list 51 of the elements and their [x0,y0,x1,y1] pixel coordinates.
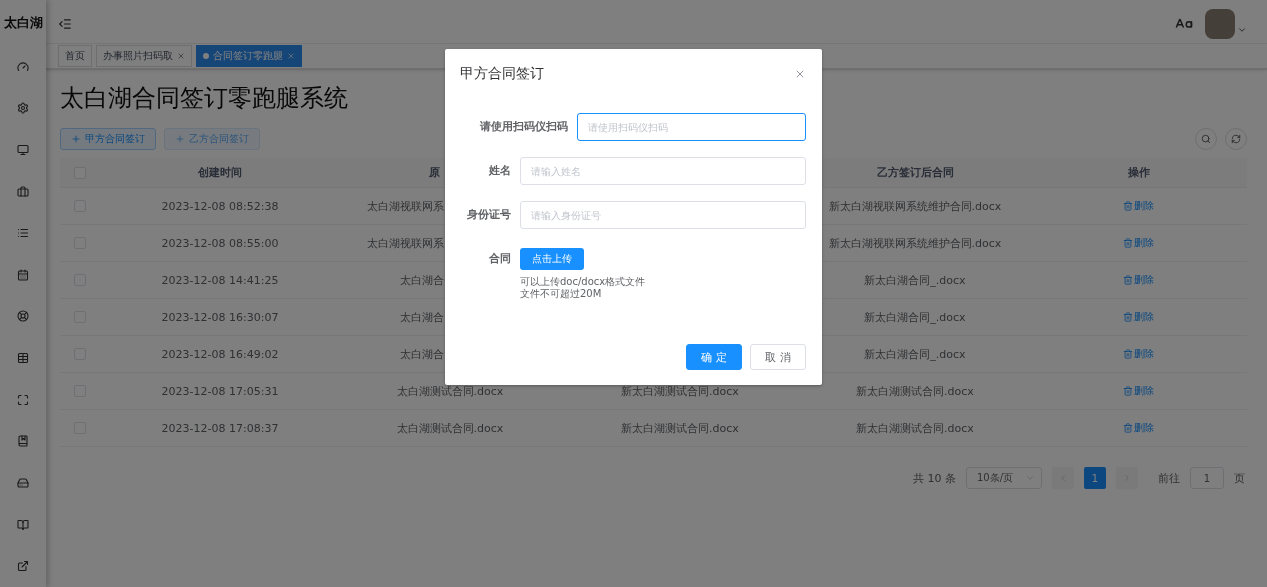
delete-link[interactable]: 删除 [1123,199,1154,213]
delete-link[interactable]: 删除 [1123,384,1154,398]
page-number[interactable]: 1 [1084,467,1106,489]
table-cell: 2023-12-08 08:52:38 [100,188,340,225]
total-count: 共 10 条 [913,470,956,486]
delete-link[interactable]: 删除 [1123,421,1154,435]
field-label: 身份证号 [466,207,512,223]
trash-icon [1123,423,1133,433]
table-cell: 2023-12-08 17:05:31 [100,373,340,410]
page-size-select[interactable]: 10条/页 [966,467,1042,489]
dialog-title: 甲方合同签订 [460,65,544,83]
table-cell: 太白湖测试合同.docx [340,410,560,447]
trash-icon [1123,312,1133,322]
goto-page-field[interactable]: 1 [1190,467,1224,489]
table-cell: 2023-12-08 14:41:25 [100,262,340,299]
trash-icon [1123,275,1133,285]
avatar-photo-placeholder[interactable] [1205,8,1235,39]
delete-link[interactable]: 删除 [1123,236,1154,250]
table-cell: 新太白湖测试合同.docx [560,410,800,447]
field-label: 姓名 [488,163,512,179]
table-cell: 新太白湖测试合同.docx [800,410,1030,447]
table-cell: 2023-12-08 16:30:07 [100,299,340,336]
trash-icon [1123,349,1133,359]
menu-icon[interactable] [58,16,72,31]
cancel-button[interactable]: 取 消 [750,344,806,370]
delete-link[interactable]: 删除 [1123,310,1154,324]
table-cell: 2023-12-08 08:55:00 [100,225,340,262]
page-suffix: 页 [1234,470,1245,486]
page-title: 太白湖合同签订零跑腿系统 [60,83,349,114]
goto-label: 前往 [1158,470,1180,486]
trash-icon [1123,386,1133,396]
delete-link[interactable]: 删除 [1123,273,1154,287]
table-cell: 2023-12-08 16:49:02 [100,336,340,373]
upload-button[interactable]: 点击上传 [520,248,584,270]
page-tab[interactable]: 首页 [58,45,92,67]
plus-icon [175,134,185,144]
trash-icon [1123,238,1133,248]
add-button[interactable]: 甲方合同签订 [60,128,156,150]
table-cell: 2023-12-08 17:08:37 [100,410,340,447]
close-icon[interactable] [177,52,185,60]
field-label: 请使用扫码仪扫码 [479,119,569,135]
trash-icon [1123,201,1133,211]
page-tab[interactable]: 办事照片扫码取 [96,45,192,67]
app-logo-text: 太白湖 [3,14,43,32]
close-icon[interactable] [794,68,806,80]
page-tab[interactable]: 合同签订零跑腿 [196,45,302,67]
search-icon [1201,134,1211,144]
confirm-button[interactable]: 确 定 [686,344,742,370]
plus-icon [71,134,81,144]
delete-link[interactable]: 删除 [1123,347,1154,361]
refresh-icon [1231,134,1241,144]
